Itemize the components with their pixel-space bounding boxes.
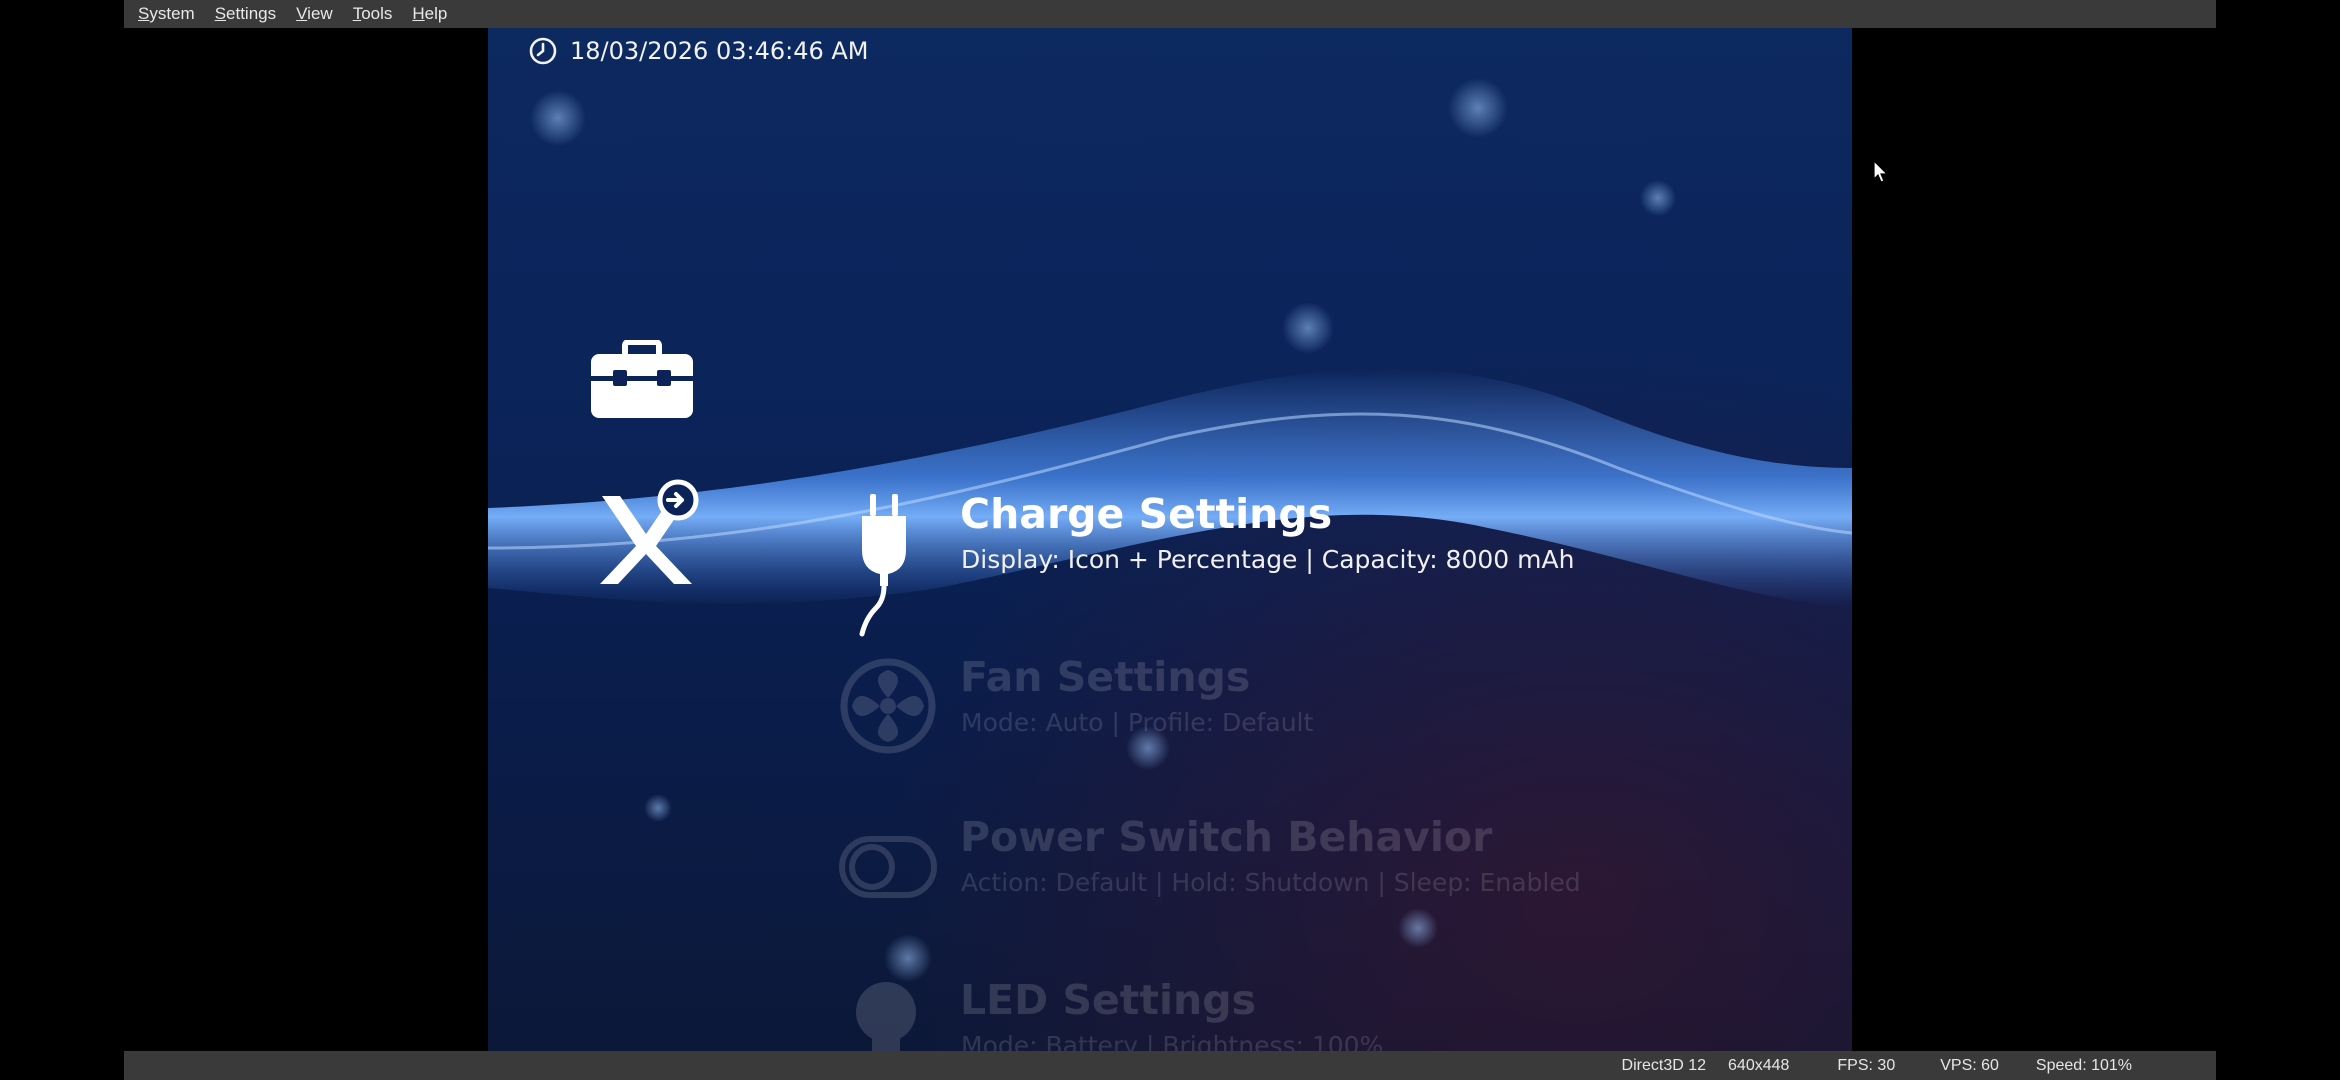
led-settings-title[interactable]: LED Settings bbox=[960, 976, 1256, 1024]
clock: 18/03/2026 03:46:46 AM bbox=[528, 36, 869, 66]
system-settings-icon[interactable] bbox=[596, 476, 702, 586]
fan-settings-title[interactable]: Fan Settings bbox=[960, 653, 1250, 701]
fan-icon bbox=[840, 658, 936, 754]
vps-label: VPS: 60 bbox=[1940, 1056, 1999, 1074]
resolution-label: 640x448 bbox=[1728, 1056, 1790, 1074]
selected-item-subtitle: Display: Icon + Percentage | Capacity: 8… bbox=[961, 545, 1575, 574]
menu-tools[interactable]: Tools bbox=[353, 4, 393, 24]
plug-icon bbox=[859, 494, 906, 637]
menu-settings[interactable]: Settings bbox=[215, 4, 276, 24]
menu-system[interactable]: System bbox=[138, 4, 195, 24]
power-switch-subtitle: Action: Default | Hold: Shutdown | Sleep… bbox=[961, 868, 1581, 897]
menu-help[interactable]: Help bbox=[412, 4, 447, 24]
speed-label: Speed: 101% bbox=[2035, 1056, 2132, 1074]
toggle-icon bbox=[839, 836, 937, 898]
emulator-screen[interactable]: 18/03/2026 03:46:46 AM Charge Settings D… bbox=[488, 28, 1852, 1051]
mouse-cursor-icon bbox=[1873, 160, 1889, 183]
menu-view[interactable]: View bbox=[296, 4, 333, 24]
power-switch-title[interactable]: Power Switch Behavior bbox=[960, 813, 1492, 861]
renderer-label: Direct3D 12 bbox=[1621, 1056, 1707, 1074]
toolbox-icon[interactable] bbox=[589, 340, 695, 420]
led-settings-subtitle: Mode: Battery | Brightness: 100% bbox=[961, 1031, 1384, 1051]
menu-bar: System Settings View Tools Help bbox=[124, 0, 2216, 28]
led-bulb-icon bbox=[856, 982, 916, 1051]
clock-icon bbox=[529, 37, 557, 65]
fps-label: FPS: 30 bbox=[1837, 1056, 1896, 1074]
fan-settings-subtitle: Mode: Auto | Profile: Default bbox=[961, 708, 1314, 737]
datetime-text: 18/03/2026 03:46:46 AM bbox=[570, 37, 869, 65]
selected-item-title[interactable]: Charge Settings bbox=[960, 490, 1332, 538]
status-bar: Direct3D 12 640x448 FPS: 30 VPS: 60 Spee… bbox=[124, 1051, 2216, 1080]
